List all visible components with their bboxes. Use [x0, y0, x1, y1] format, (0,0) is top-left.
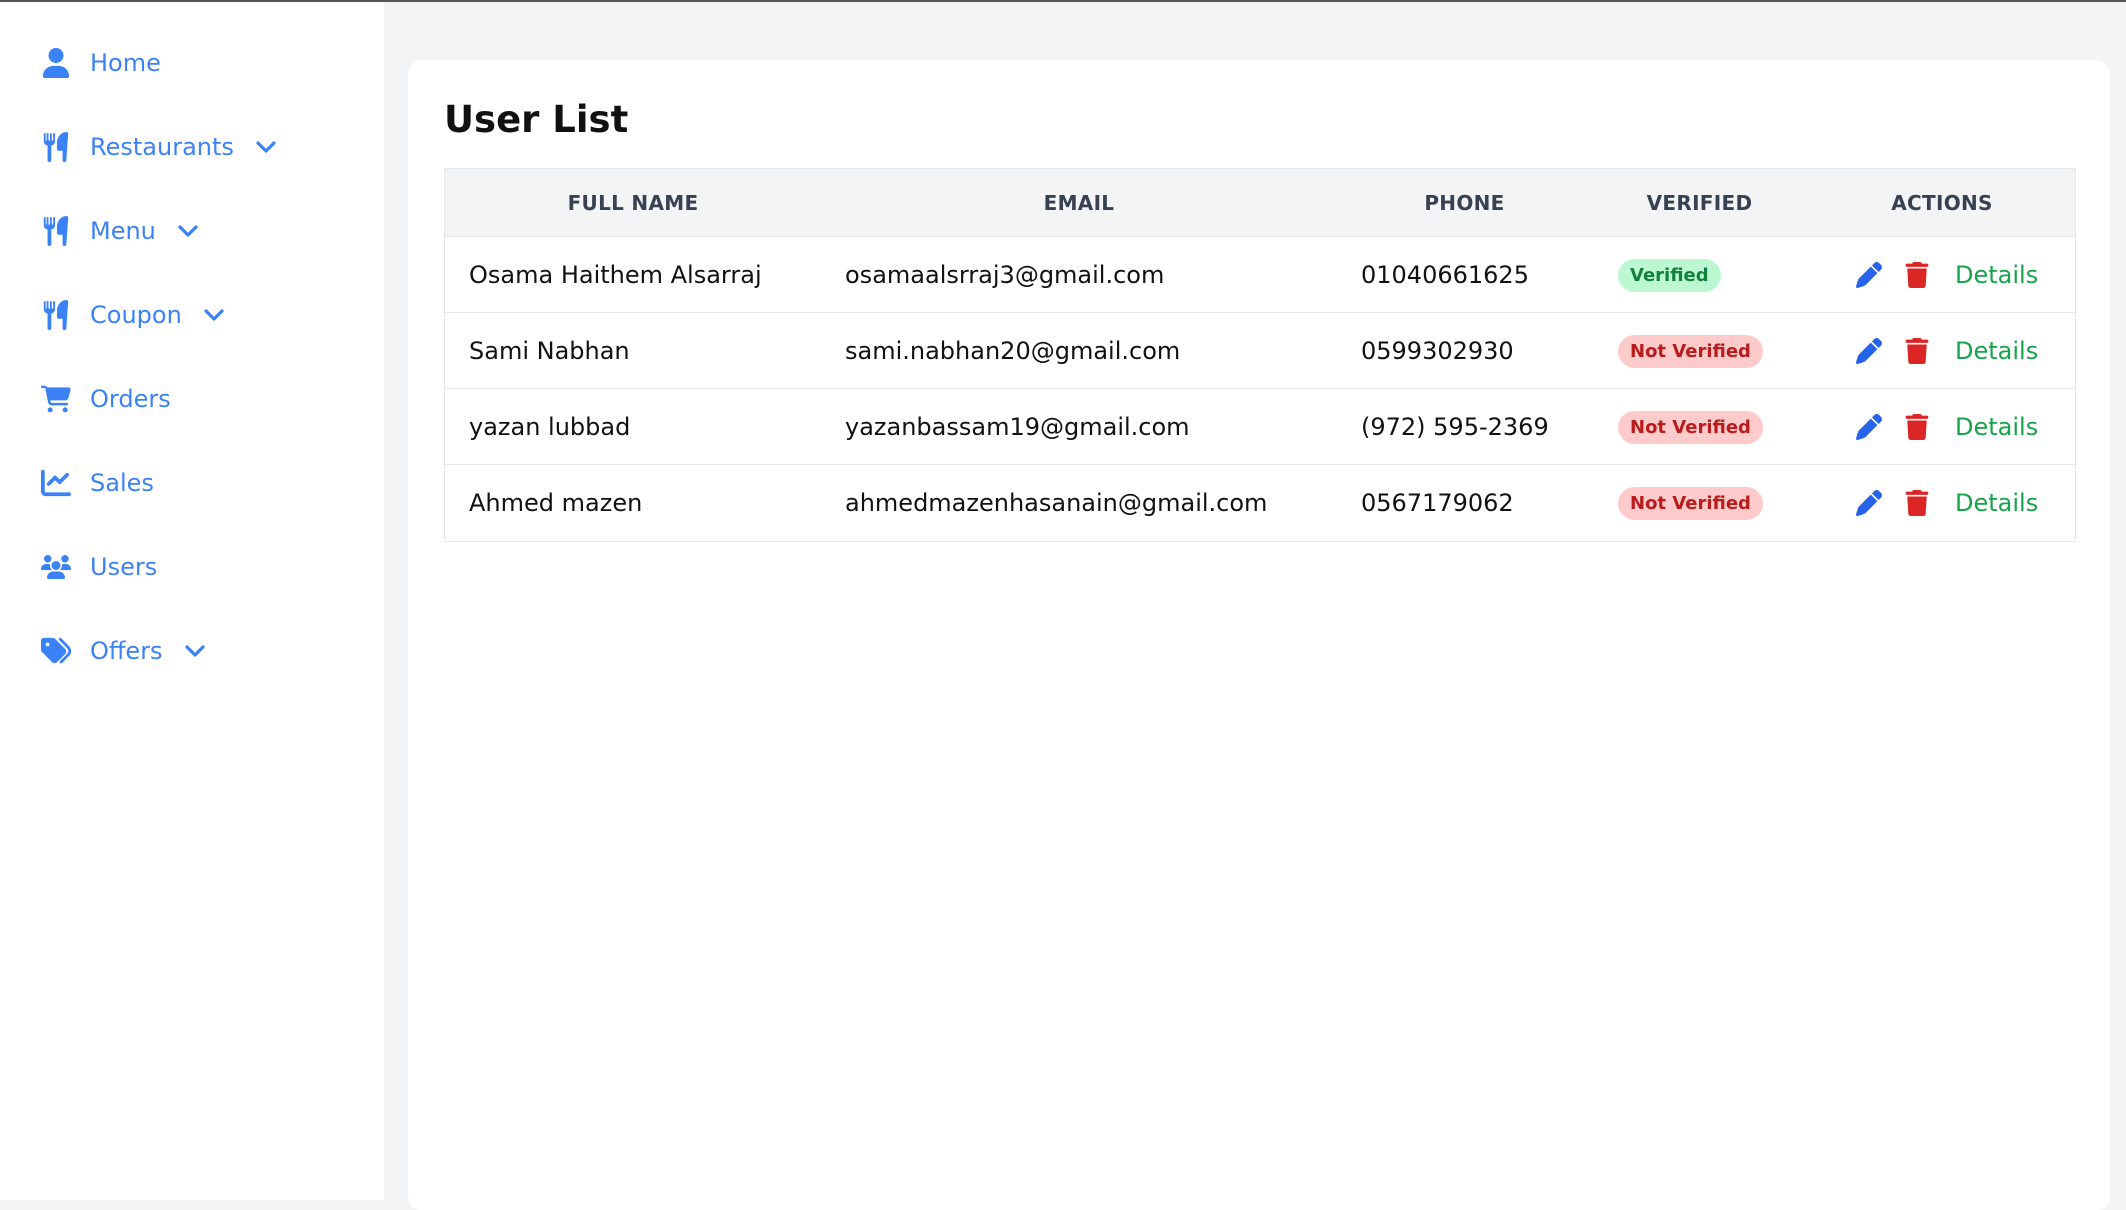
user-email: sami.nabhan20@gmail.com [845, 337, 1181, 365]
utensils-icon [40, 299, 72, 331]
sidebar-item-label: Sales [90, 469, 154, 497]
row-actions: Details [1855, 465, 2038, 541]
user-email: yazanbassam19@gmail.com [845, 413, 1190, 441]
sidebar-item-label: Menu [90, 217, 156, 245]
column-header-email[interactable]: EMAIL [821, 169, 1337, 237]
verified-cell: Not Verified [1618, 465, 1763, 541]
tags-icon [40, 635, 72, 667]
chart-line-icon [40, 467, 72, 499]
trash-icon[interactable] [1903, 261, 1931, 289]
user-icon [40, 47, 72, 79]
status-badge: Not Verified [1618, 486, 1763, 520]
main-card: User List FULL NAME EMAIL PHONE VERIFIED… [408, 60, 2110, 1210]
edit-icon[interactable] [1855, 489, 1883, 517]
user-email: osamaalsrraj3@gmail.com [845, 261, 1165, 289]
table-row: Ahmed mazen ahmedmazenhasanain@gmail.com… [445, 465, 2075, 541]
sidebar-item-coupon[interactable]: Coupon [40, 290, 226, 340]
sidebar: Home Restaurants Menu Coupon Orders Sale… [0, 2, 384, 1200]
cart-icon [40, 383, 72, 415]
utensils-icon [40, 215, 72, 247]
sidebar-item-label: Users [90, 553, 158, 581]
table-row: Sami Nabhan sami.nabhan20@gmail.com 0599… [445, 313, 2075, 389]
user-phone: 0599302930 [1361, 337, 1514, 365]
sidebar-item-label: Orders [90, 385, 171, 413]
sidebar-item-orders[interactable]: Orders [40, 374, 171, 424]
page-title: User List [444, 98, 629, 141]
verified-cell: Not Verified [1618, 313, 1763, 389]
status-badge: Not Verified [1618, 410, 1763, 444]
column-header-verified[interactable]: VERIFIED [1592, 169, 1807, 237]
user-full-name: Sami Nabhan [469, 337, 630, 365]
sidebar-item-label: Home [90, 49, 161, 77]
status-badge: Verified [1618, 258, 1721, 292]
sidebar-item-label: Coupon [90, 301, 182, 329]
edit-icon[interactable] [1855, 261, 1883, 289]
row-actions: Details [1855, 389, 2038, 465]
sidebar-item-label: Offers [90, 637, 163, 665]
chevron-down-icon[interactable] [254, 135, 278, 159]
verified-cell: Not Verified [1618, 389, 1763, 465]
sidebar-item-restaurants[interactable]: Restaurants [40, 122, 278, 172]
column-header-full-name[interactable]: FULL NAME [445, 169, 821, 237]
user-phone: (972) 595-2369 [1361, 413, 1549, 441]
chevron-down-icon[interactable] [183, 639, 207, 663]
user-full-name: Osama Haithem Alsarraj [469, 261, 762, 289]
users-icon [40, 551, 72, 583]
chevron-down-icon[interactable] [176, 219, 200, 243]
user-phone: 01040661625 [1361, 261, 1529, 289]
trash-icon[interactable] [1903, 489, 1931, 517]
table-row: yazan lubbad yazanbassam19@gmail.com (97… [445, 389, 2075, 465]
trash-icon[interactable] [1903, 413, 1931, 441]
sidebar-item-offers[interactable]: Offers [40, 626, 207, 676]
status-badge: Not Verified [1618, 334, 1763, 368]
column-header-actions: ACTIONS [1891, 191, 1993, 215]
utensils-icon [40, 131, 72, 163]
edit-icon[interactable] [1855, 337, 1883, 365]
column-header-phone[interactable]: PHONE [1337, 169, 1592, 237]
chevron-down-icon[interactable] [202, 303, 226, 327]
sidebar-item-home[interactable]: Home [40, 38, 161, 88]
edit-icon[interactable] [1855, 413, 1883, 441]
user-full-name: yazan lubbad [469, 413, 631, 441]
user-table: FULL NAME EMAIL PHONE VERIFIED ACTIONS O… [444, 168, 2076, 542]
sidebar-item-menu[interactable]: Menu [40, 206, 200, 256]
details-link[interactable]: Details [1955, 413, 2038, 441]
details-link[interactable]: Details [1955, 337, 2038, 365]
table-row: Osama Haithem Alsarraj osamaalsrraj3@gma… [445, 237, 2075, 313]
sidebar-item-users[interactable]: Users [40, 542, 157, 592]
trash-icon[interactable] [1903, 337, 1931, 365]
row-actions: Details [1855, 237, 2038, 313]
user-full-name: Ahmed mazen [469, 489, 643, 517]
table-header: FULL NAME EMAIL PHONE VERIFIED ACTIONS [445, 169, 2075, 237]
user-email: ahmedmazenhasanain@gmail.com [845, 489, 1268, 517]
verified-cell: Verified [1618, 237, 1721, 313]
details-link[interactable]: Details [1955, 261, 2038, 289]
details-link[interactable]: Details [1955, 489, 2038, 517]
sidebar-item-sales[interactable]: Sales [40, 458, 154, 508]
user-phone: 0567179062 [1361, 489, 1514, 517]
sidebar-item-label: Restaurants [90, 133, 234, 161]
row-actions: Details [1855, 313, 2038, 389]
